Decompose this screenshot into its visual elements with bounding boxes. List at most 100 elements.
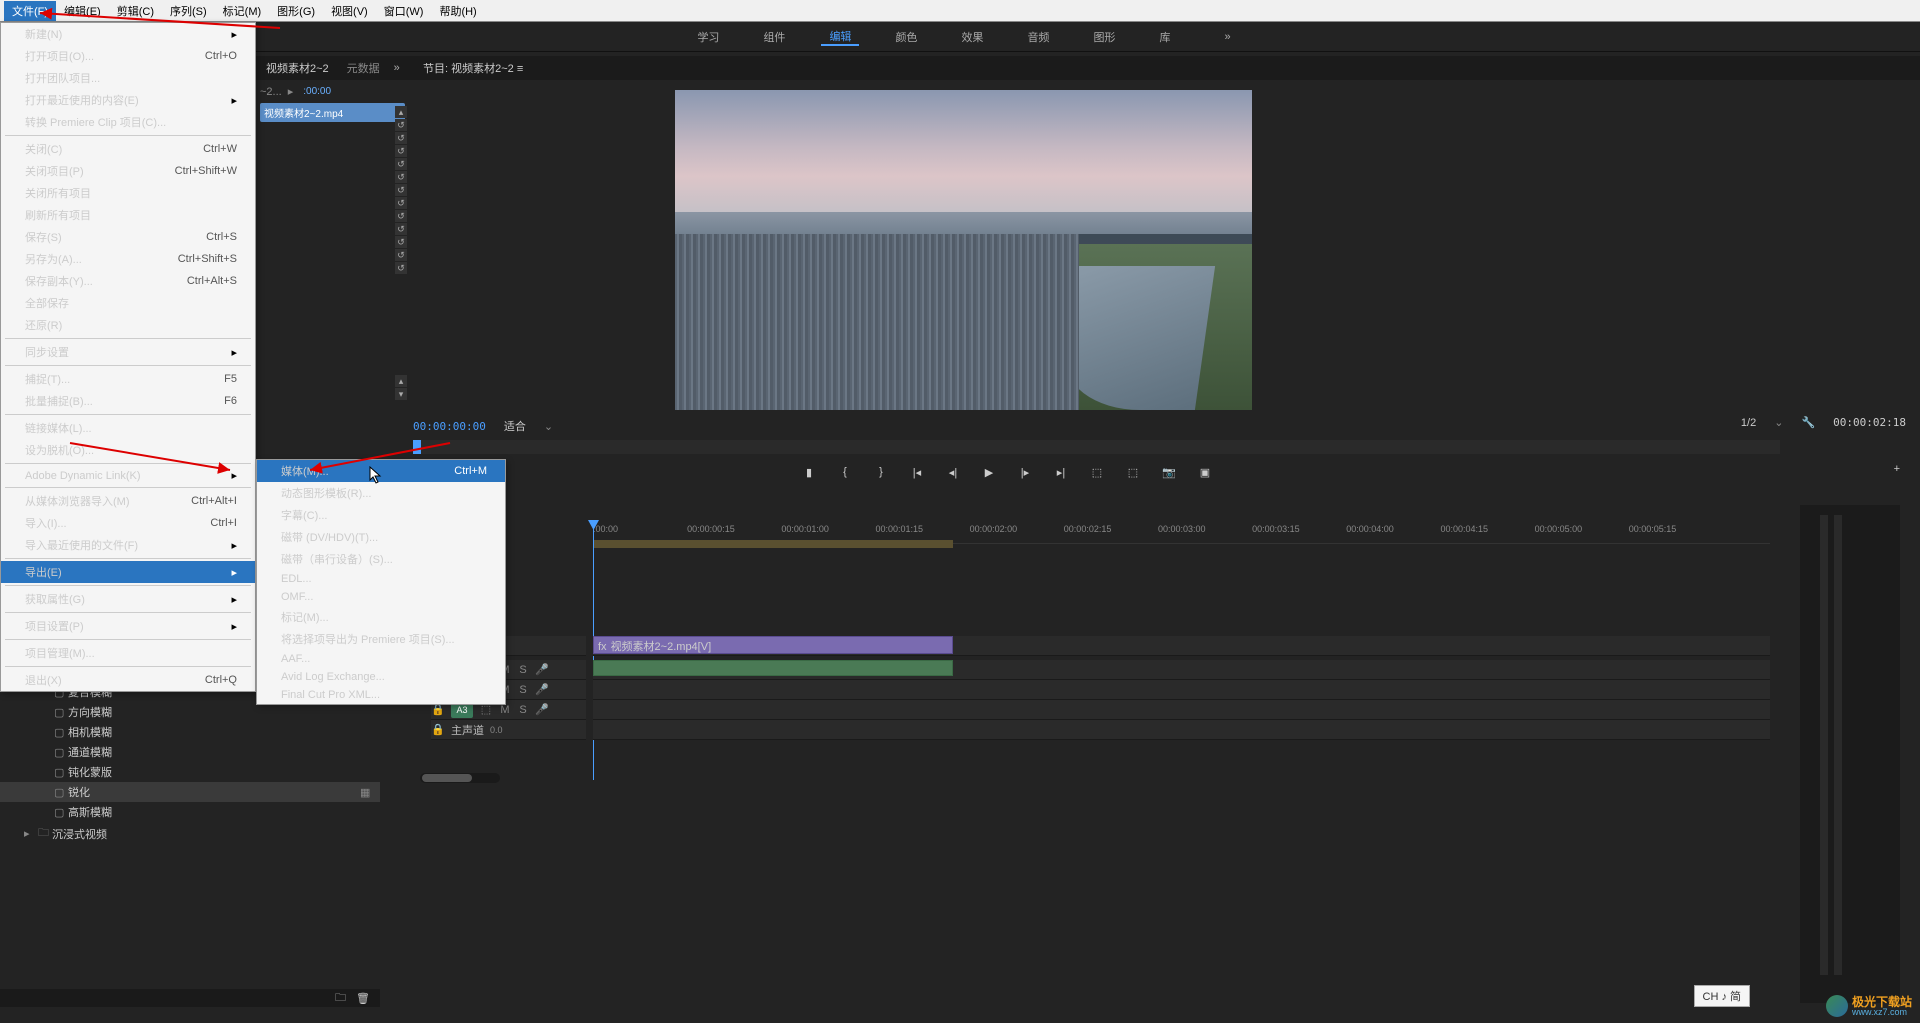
step-back-icon[interactable]: ◂| [944, 463, 962, 481]
effects-item[interactable]: ▢钝化蒙版 [0, 762, 380, 782]
undo-icon[interactable]: ↺ [395, 184, 407, 196]
resolution-dropdown[interactable]: 1/2 [1741, 417, 1756, 429]
scroll-up-icon[interactable]: ▴ [395, 106, 407, 118]
file-menu-item[interactable]: 打开项目(O)...Ctrl+O [1, 45, 255, 67]
play-icon[interactable]: ▶ [980, 463, 998, 481]
export-menu-item[interactable]: Avid Log Exchange... [257, 668, 505, 686]
menu-help[interactable]: 帮助(H) [431, 1, 484, 21]
scroll-up-icon[interactable]: ▴ [395, 375, 407, 387]
effects-item[interactable]: ▢方向模糊 [0, 702, 380, 722]
file-menu-item[interactable]: 刷新所有项目 [1, 204, 255, 226]
voice-icon[interactable]: 🎤 [535, 703, 547, 716]
scroll-down-icon[interactable]: ▾ [395, 388, 407, 400]
voice-icon[interactable]: 🎤 [535, 663, 547, 676]
extract-icon[interactable]: ⬚ [1124, 463, 1142, 481]
lift-icon[interactable]: ⬚ [1088, 463, 1106, 481]
timeline-clip-video[interactable]: fx视频素材2~2.mp4[V] [593, 636, 953, 654]
file-menu-item[interactable]: 转换 Premiere Clip 项目(C)... [1, 111, 255, 133]
track-a1[interactable] [593, 660, 1770, 680]
go-to-out-icon[interactable]: ▸| [1052, 463, 1070, 481]
export-menu-item[interactable]: 磁带 (DV/HDV)(T)... [257, 526, 505, 548]
menu-sequence[interactable]: 序列(S) [162, 1, 215, 21]
undo-icon[interactable]: ↺ [395, 171, 407, 183]
file-menu-item[interactable]: 关闭(C)Ctrl+W [1, 138, 255, 160]
file-menu-item[interactable]: 链接媒体(L)... [1, 417, 255, 439]
menu-view[interactable]: 视图(V) [323, 1, 376, 21]
strip-scrollbar[interactable]: ▴ ↺ ↺ ↺ ↺ ↺ ↺ ↺ ↺ ↺ ↺ ↺ ↺ ▴ ▾ [395, 106, 407, 396]
file-menu-item[interactable]: 还原(R) [1, 314, 255, 336]
marker-icon[interactable]: ▮ [800, 463, 818, 481]
source-tab[interactable]: 视频素材2~2 [256, 56, 339, 80]
export-menu-item[interactable]: 将选择项导出为 Premiere 项目(S)... [257, 628, 505, 650]
file-menu-item[interactable]: 打开团队项目... [1, 67, 255, 89]
file-menu-item[interactable]: 设为脱机(O)... [1, 439, 255, 461]
export-frame-icon[interactable]: 📷 [1160, 463, 1178, 481]
wrench-icon[interactable]: 🔧 [1801, 416, 1815, 429]
file-menu-item[interactable]: 同步设置▸ [1, 341, 255, 363]
dropdown-icon[interactable]: ⌄ [544, 420, 553, 433]
new-bin-icon[interactable]: 🗀 [335, 989, 346, 1008]
go-to-in-icon[interactable]: |◂ [908, 463, 926, 481]
in-point-icon[interactable]: { [836, 463, 854, 481]
step-forward-icon[interactable]: |▸ [1016, 463, 1034, 481]
file-menu-item[interactable]: 关闭项目(P)Ctrl+Shift+W [1, 160, 255, 182]
export-menu-item[interactable]: 动态图形模板(R)... [257, 482, 505, 504]
file-menu-item[interactable]: 导出(E)▸ [1, 561, 255, 583]
file-menu-item[interactable]: 保存副本(Y)...Ctrl+Alt+S [1, 270, 255, 292]
file-menu-item[interactable]: 另存为(A)...Ctrl+Shift+S [1, 248, 255, 270]
timeline-clip-audio[interactable] [593, 660, 953, 676]
solo-button[interactable]: S [517, 704, 529, 716]
undo-icon[interactable]: ↺ [395, 145, 407, 157]
export-menu-item[interactable]: Final Cut Pro XML... [257, 686, 505, 704]
effects-folder[interactable]: ▸🗀沉浸式视频 [0, 822, 380, 845]
menu-clip[interactable]: 剪辑(C) [109, 1, 162, 21]
workspace-graphics[interactable]: 图形 [1085, 29, 1123, 45]
file-menu-item[interactable]: 保存(S)Ctrl+S [1, 226, 255, 248]
workspace-effects[interactable]: 效果 [953, 29, 991, 45]
export-menu-item[interactable]: EDL... [257, 570, 505, 588]
menu-file[interactable]: 文件(F) [4, 1, 56, 21]
export-menu-item[interactable]: 字幕(C)... [257, 504, 505, 526]
undo-icon[interactable]: ↺ [395, 132, 407, 144]
export-menu-item[interactable]: OMF... [257, 588, 505, 606]
effects-item[interactable]: ▢锐化▦ [0, 782, 380, 802]
program-tab[interactable]: 节目: 视频素材2~2 ≡ [415, 56, 531, 80]
track-header-master[interactable]: 🔒 主声道 0.0 [431, 720, 586, 740]
strip-clip[interactable]: 视频素材2~2.mp4 [260, 103, 405, 122]
scroll-thumb[interactable] [422, 774, 472, 782]
export-menu-item[interactable]: 标记(M)... [257, 606, 505, 628]
workspace-overflow-icon[interactable]: » [1224, 31, 1230, 43]
play-icon[interactable]: ▸ [288, 85, 294, 98]
solo-button[interactable]: S [517, 664, 529, 676]
out-point-icon[interactable]: } [872, 463, 890, 481]
undo-icon[interactable]: ↺ [395, 236, 407, 248]
dropdown-icon[interactable]: ⌄ [1774, 416, 1783, 429]
scrubber-playhead[interactable] [413, 440, 421, 454]
plus-icon[interactable]: + [1894, 463, 1900, 475]
file-menu-item[interactable]: 导入最近使用的文件(F)▸ [1, 534, 255, 556]
file-menu-item[interactable]: 导入(I)...Ctrl+I [1, 512, 255, 534]
ime-indicator[interactable]: CH ♪ 简 [1694, 985, 1751, 1007]
lock-icon[interactable]: 🔒 [431, 723, 445, 736]
undo-icon[interactable]: ↺ [395, 158, 407, 170]
solo-button[interactable]: S [517, 684, 529, 696]
effects-item[interactable]: ▢通道模糊 [0, 742, 380, 762]
undo-icon[interactable]: ↺ [395, 210, 407, 222]
workspace-assembly[interactable]: 组件 [755, 29, 793, 45]
undo-icon[interactable]: ↺ [395, 262, 407, 274]
file-menu-item[interactable]: 从媒体浏览器导入(M)Ctrl+Alt+I [1, 490, 255, 512]
menu-marker[interactable]: 标记(M) [215, 1, 270, 21]
trash-icon[interactable]: 🗑 [356, 992, 370, 1005]
file-menu-item[interactable]: 打开最近使用的内容(E)▸ [1, 89, 255, 111]
overflow-icon[interactable]: » [394, 62, 400, 74]
voice-icon[interactable]: 🎤 [535, 683, 547, 696]
file-menu-item[interactable]: 项目设置(P)▸ [1, 615, 255, 637]
timeline-hscroll[interactable] [420, 773, 500, 783]
master-level[interactable]: 0.0 [490, 725, 510, 735]
menu-graphics[interactable]: 图形(G) [269, 1, 323, 21]
undo-icon[interactable]: ↺ [395, 223, 407, 235]
source-metadata[interactable]: 元数据 [339, 56, 388, 80]
export-menu-item[interactable]: AAF... [257, 650, 505, 668]
effects-item[interactable]: ▢相机模糊 [0, 722, 380, 742]
menu-window[interactable]: 窗口(W) [376, 1, 432, 21]
